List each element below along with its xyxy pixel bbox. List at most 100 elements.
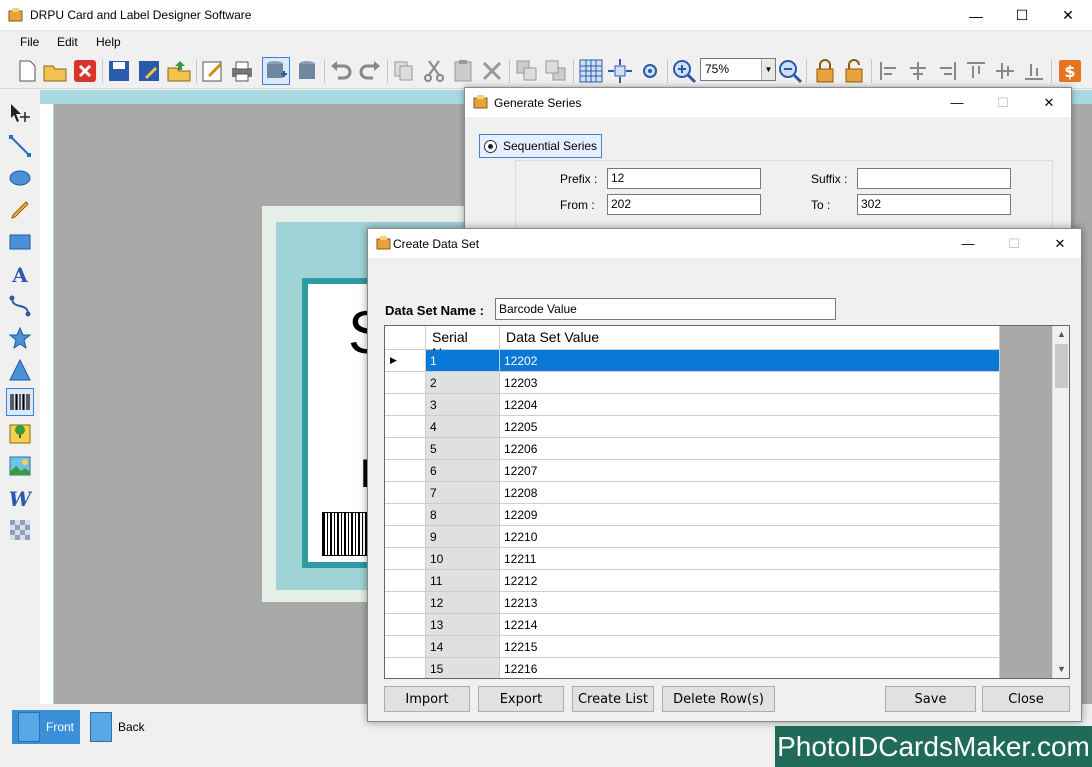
save-icon[interactable] (106, 58, 132, 84)
row-selector[interactable] (385, 570, 426, 592)
pencil-tool-icon[interactable] (6, 196, 34, 224)
watermark-tool-icon[interactable] (6, 516, 34, 544)
cell-value[interactable]: 12215 (500, 636, 1000, 658)
cell-value[interactable]: 12206 (500, 438, 1000, 460)
table-row[interactable]: 9 12210 (385, 526, 1000, 548)
close-button[interactable]: ✕ (1038, 229, 1082, 258)
unlock-icon[interactable] (841, 58, 867, 84)
close-document-icon[interactable] (72, 58, 98, 84)
cell-serial[interactable]: 13 (426, 614, 500, 636)
row-selector[interactable] (385, 504, 426, 526)
from-field[interactable]: 202 (607, 194, 761, 215)
lock-icon[interactable] (812, 58, 838, 84)
column-header-value[interactable]: Data Set Value (500, 326, 1000, 350)
row-selector[interactable] (385, 460, 426, 482)
cell-value[interactable]: 12211 (500, 548, 1000, 570)
table-row[interactable]: 7 12208 (385, 482, 1000, 504)
table-row[interactable]: 13 12214 (385, 614, 1000, 636)
settings-icon[interactable] (637, 58, 663, 84)
row-selector[interactable] (385, 482, 426, 504)
row-selector[interactable] (385, 614, 426, 636)
open-icon[interactable] (42, 58, 68, 84)
cell-serial[interactable]: 8 (426, 504, 500, 526)
scroll-up-icon[interactable]: ▲ (1053, 326, 1069, 343)
row-selector[interactable] (385, 394, 426, 416)
sequential-series-radio[interactable]: Sequential Series (479, 134, 602, 158)
import-button[interactable]: Import (384, 686, 470, 712)
cell-serial[interactable]: 10 (426, 548, 500, 570)
cell-serial[interactable]: 14 (426, 636, 500, 658)
undo-icon[interactable] (328, 58, 354, 84)
cell-serial[interactable]: 6 (426, 460, 500, 482)
dollar-icon[interactable]: $ (1057, 58, 1083, 84)
close-button[interactable]: ✕ (1027, 88, 1071, 117)
center-icon[interactable] (607, 58, 633, 84)
save-button[interactable]: Save (885, 686, 976, 712)
row-selector[interactable] (385, 372, 426, 394)
zoom-in-icon[interactable] (671, 58, 697, 84)
row-selector[interactable] (385, 636, 426, 658)
print-icon[interactable] (229, 58, 255, 84)
ellipse-tool-icon[interactable] (6, 164, 34, 192)
picture-library-icon[interactable] (6, 452, 34, 480)
table-row[interactable]: 4 12205 (385, 416, 1000, 438)
cell-value[interactable]: 12208 (500, 482, 1000, 504)
table-row[interactable]: 15 12216 (385, 658, 1000, 678)
image-tool-icon[interactable] (6, 420, 34, 448)
cell-serial[interactable]: 15 (426, 658, 500, 678)
row-selector[interactable] (385, 438, 426, 460)
cell-serial[interactable]: 5 (426, 438, 500, 460)
table-row[interactable]: 14 12215 (385, 636, 1000, 658)
suffix-field[interactable] (857, 168, 1011, 189)
rectangle-tool-icon[interactable] (6, 228, 34, 256)
table-row[interactable]: 12 12213 (385, 592, 1000, 614)
column-header-serial[interactable]: Serial No. (426, 326, 500, 361)
export-icon[interactable] (166, 58, 192, 84)
chevron-down-icon[interactable]: ▼ (761, 59, 775, 80)
table-row[interactable]: 11 12212 (385, 570, 1000, 592)
create-list-button[interactable]: Create List (572, 686, 654, 712)
cut-icon[interactable] (421, 58, 447, 84)
word-art-icon[interactable]: W (6, 484, 34, 512)
paste-icon[interactable] (450, 58, 476, 84)
to-field[interactable]: 302 (857, 194, 1011, 215)
zoom-out-icon[interactable] (777, 58, 803, 84)
tab-back[interactable]: Back (84, 710, 151, 744)
cell-value[interactable]: 12214 (500, 614, 1000, 636)
table-row[interactable]: 2 12203 (385, 372, 1000, 394)
table-row[interactable]: 10 12211 (385, 548, 1000, 570)
align-bottom-icon[interactable] (1021, 58, 1047, 84)
cell-value[interactable]: 12207 (500, 460, 1000, 482)
select-pointer-icon[interactable] (6, 100, 34, 128)
export-button[interactable]: Export (478, 686, 564, 712)
database-icon[interactable] (294, 58, 320, 84)
redo-icon[interactable] (357, 58, 383, 84)
text-tool-icon[interactable]: A (6, 260, 34, 288)
close-dialog-button[interactable]: Close (982, 686, 1070, 712)
table-row[interactable]: 3 12204 (385, 394, 1000, 416)
menu-file[interactable]: File (20, 35, 39, 49)
cell-serial[interactable]: 9 (426, 526, 500, 548)
menu-help[interactable]: Help (96, 35, 121, 49)
align-center-icon[interactable] (905, 58, 931, 84)
scroll-thumb[interactable] (1055, 344, 1068, 388)
minimize-button[interactable]: — (935, 88, 979, 117)
cell-serial[interactable]: 7 (426, 482, 500, 504)
current-row-arrow-icon[interactable]: ▶ (385, 350, 426, 372)
cell-value[interactable]: 12204 (500, 394, 1000, 416)
zoom-select[interactable]: 75% ▼ (700, 58, 776, 81)
table-row[interactable]: ▶ 1 12202 (385, 350, 1000, 372)
cell-value[interactable]: 12202 (500, 350, 1000, 372)
table-row[interactable]: 5 12206 (385, 438, 1000, 460)
new-icon[interactable] (14, 58, 40, 84)
grid-icon[interactable] (578, 58, 604, 84)
tab-front[interactable]: Front (12, 710, 81, 744)
delete-icon[interactable] (479, 58, 505, 84)
star-tool-icon[interactable] (6, 324, 34, 352)
cell-value[interactable]: 12209 (500, 504, 1000, 526)
copy-icon[interactable] (391, 58, 417, 84)
cell-value[interactable]: 12203 (500, 372, 1000, 394)
save-as-icon[interactable] (136, 58, 162, 84)
row-selector[interactable] (385, 658, 426, 678)
vertical-scrollbar[interactable]: ▲ ▼ (1052, 326, 1069, 678)
